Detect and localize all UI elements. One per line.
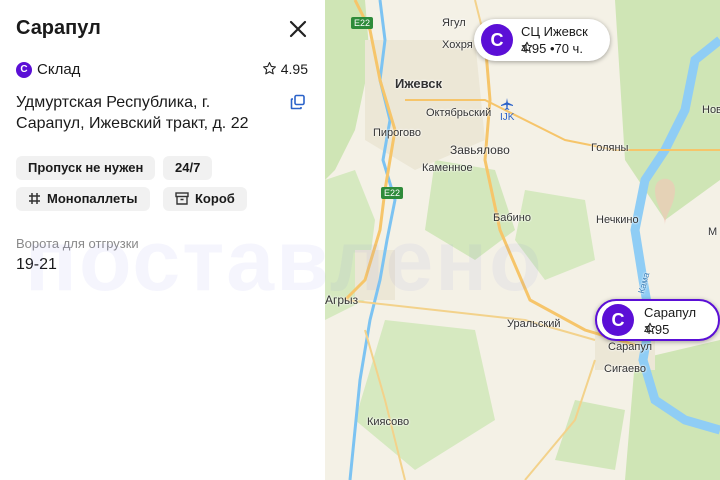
gate-label: Ворота для отгрузки [16, 236, 139, 251]
map-label-agryz: Агрыз [325, 293, 359, 307]
road-e22-south: E22 [381, 187, 404, 199]
chip-no-pass: Пропуск не нужен [16, 156, 156, 180]
warehouse-pin-icon: С [481, 24, 513, 56]
pin-rating: 4.95 •70 ч. [521, 41, 583, 56]
chip-box-label: Короб [195, 191, 235, 206]
map-label-sarapul: Сарапул [608, 341, 653, 353]
details-panel: Сарапул С Склад 4.95 Удмуртская Республик… [0, 0, 325, 480]
map-label-izhevsk: Ижевск [395, 76, 443, 91]
map-label-khokhryaki: Хохря [442, 39, 473, 51]
pin-rating: 4.95 [644, 322, 669, 337]
close-icon[interactable] [286, 17, 310, 41]
map-label-ma: М [708, 226, 718, 238]
gate-value: 19-21 [16, 256, 57, 273]
map[interactable]: E22 E22 Ягул Хохря Ижевск Октябрьский Пи… [325, 0, 720, 480]
map-label-uralsky: Уральский [507, 318, 561, 330]
chip-monopallets-label: Монопаллеты [47, 191, 138, 206]
pin-name: СЦ Ижевск [521, 24, 588, 39]
pin-name: Сарапул [644, 305, 697, 320]
map-label-kiyasovo: Киясово [367, 416, 410, 428]
map-label-golyany: Голяны [591, 142, 629, 154]
star-icon [521, 41, 533, 52]
rating-value: 4.95 [280, 61, 308, 77]
map-background [325, 0, 720, 480]
map-label-yagul: Ягул [442, 17, 466, 29]
map-label-kamennoe: Каменное [422, 162, 473, 174]
map-label-pirogovo: Пирогово [373, 127, 422, 139]
road-e22-north: E22 [351, 17, 374, 29]
type-row: С Склад 4.95 [16, 61, 308, 81]
map-label-sigaevo: Сигаево [604, 363, 646, 375]
chip-24-7: 24/7 [163, 156, 213, 180]
address: Удмуртская Республика, г. Сарапул, Ижевс… [16, 94, 249, 132]
rating: 4.95 [262, 61, 308, 77]
warehouse-pin-icon: С [602, 304, 634, 336]
map-label-zavyalovo: Завьялово [450, 143, 510, 157]
chip-monopallets: Монопаллеты [16, 187, 150, 211]
pin-extra: •70 ч. [549, 41, 583, 56]
star-icon [644, 322, 656, 333]
page-title: Сарапул [16, 17, 101, 39]
map-pin-sarapul-selected[interactable]: С Сарапул 4.95 [595, 299, 720, 341]
map-label-oktyabrsky: Октябрьский [426, 107, 492, 119]
pallet-icon [29, 193, 40, 204]
star-icon [262, 62, 276, 75]
box-icon [175, 192, 189, 205]
map-label-novo: Нов [702, 104, 720, 116]
map-label-babino: Бабино [493, 212, 531, 224]
type-label: Склад [37, 61, 81, 79]
warehouse-type-icon: С [16, 61, 32, 78]
map-label-nechkino: Нечкино [596, 214, 639, 226]
chip-box: Короб [163, 187, 247, 211]
copy-icon[interactable] [290, 94, 306, 110]
map-pin-sc-izhevsk[interactable]: С СЦ Ижевск 4.95 •70 ч. [474, 19, 610, 61]
airport-code: IJK [500, 112, 515, 123]
